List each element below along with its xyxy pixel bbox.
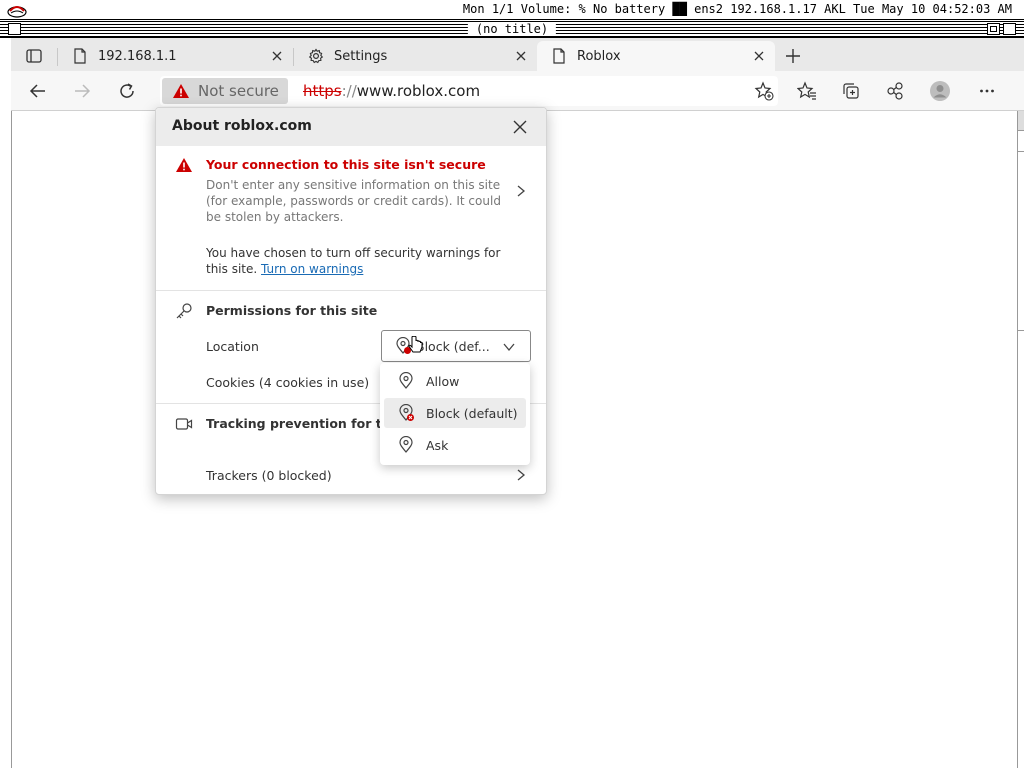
key-icon xyxy=(176,303,192,319)
tab-label: 192.168.1.1 xyxy=(98,48,177,64)
refresh-button[interactable] xyxy=(116,80,138,102)
favorites-button[interactable] xyxy=(796,80,818,102)
location-pin-icon xyxy=(397,435,415,454)
scrollbar-track xyxy=(1018,151,1024,331)
tab-192-168-1-1[interactable]: 192.168.1.1 xyxy=(58,41,293,71)
system-status-text: Mon 1/1 Volume: % No battery ██ ens2 192… xyxy=(462,2,1012,16)
option-allow[interactable]: Allow xyxy=(384,366,526,396)
new-tab-button[interactable] xyxy=(783,46,803,66)
close-icon[interactable] xyxy=(513,48,529,64)
option-label: Ask xyxy=(426,437,449,453)
more-options-button[interactable] xyxy=(976,80,998,102)
warning-icon xyxy=(176,158,192,172)
location-blocked-icon xyxy=(397,403,415,422)
chevron-down-icon xyxy=(503,343,515,352)
window-title: (no title) xyxy=(467,22,557,36)
close-icon[interactable] xyxy=(269,48,285,64)
page-icon xyxy=(551,48,567,64)
security-warnings-text: You have chosen to turn off security war… xyxy=(206,245,516,277)
url-scheme: https xyxy=(303,82,342,100)
url-separator: :// xyxy=(341,82,357,100)
arrow-right-icon xyxy=(75,84,91,98)
profile-button[interactable] xyxy=(929,80,951,102)
location-select-value: Block (def... xyxy=(416,338,490,354)
favorites-icon xyxy=(797,81,816,100)
window-title-bar: (no title) xyxy=(0,21,1024,38)
hand-cursor-icon xyxy=(408,336,423,353)
tracking-prevention-title: Tracking prevention for this site (Balan… xyxy=(206,416,386,431)
option-ask[interactable]: Ask xyxy=(384,430,526,460)
chevron-right-icon[interactable] xyxy=(514,468,528,482)
connection-warning-body: Don't enter any sensitive information on… xyxy=(206,178,501,224)
avatar-icon xyxy=(930,81,950,101)
option-label: Allow xyxy=(426,373,460,389)
popup-header: About roblox.com xyxy=(156,108,546,146)
tab-roblox[interactable]: Roblox xyxy=(537,41,775,71)
close-icon[interactable] xyxy=(512,119,528,135)
page-icon xyxy=(72,48,88,64)
tab-settings[interactable]: Settings xyxy=(294,41,537,71)
side-scrollbar[interactable] xyxy=(1017,111,1024,768)
location-options-dropdown: Allow Block (default) Ask xyxy=(380,363,530,465)
tab-label: Roblox xyxy=(577,48,621,64)
option-block[interactable]: Block (default) xyxy=(384,398,526,428)
popup-title: About roblox.com xyxy=(172,118,312,134)
turn-on-warnings-link[interactable]: Turn on warnings xyxy=(261,262,363,276)
window-close-button[interactable] xyxy=(8,23,21,35)
scrollbar-thumb[interactable] xyxy=(1018,111,1024,131)
extensions-button[interactable] xyxy=(884,80,906,102)
collections-icon xyxy=(843,83,859,99)
system-logo-icon[interactable] xyxy=(6,1,28,19)
divider xyxy=(156,290,546,291)
location-permission-select[interactable]: Block (def... xyxy=(381,330,531,362)
chevron-right-icon[interactable] xyxy=(514,184,528,198)
address-bar[interactable]: Not secure https://www.roblox.com xyxy=(160,76,778,106)
option-label: Block (default) xyxy=(426,405,518,421)
tab-actions-icon[interactable] xyxy=(25,47,43,65)
add-favorite-icon[interactable] xyxy=(754,81,774,101)
back-button[interactable] xyxy=(27,80,49,102)
collections-button[interactable] xyxy=(840,80,862,102)
permissions-title: Permissions for this site xyxy=(206,303,378,318)
cookies-item[interactable]: Cookies (4 cookies in use) xyxy=(206,375,369,390)
ellipsis-icon xyxy=(980,89,994,93)
gear-icon xyxy=(308,48,324,64)
url-text[interactable]: https://www.roblox.com xyxy=(303,82,480,100)
location-pin-icon xyxy=(397,371,415,390)
url-host: www.roblox.com xyxy=(356,82,481,100)
trackers-item[interactable]: Trackers (0 blocked) xyxy=(206,468,332,483)
location-label: Location xyxy=(206,339,259,354)
connection-warning-title: Your connection to this site isn't secur… xyxy=(206,157,486,172)
tab-label: Settings xyxy=(334,48,388,64)
forward-button[interactable] xyxy=(71,80,93,102)
window-collapse-button[interactable] xyxy=(1003,23,1016,35)
browser-toolbar: Not secure https://www.roblox.com xyxy=(11,71,1024,111)
refresh-icon xyxy=(120,83,134,98)
share-icon xyxy=(887,82,903,100)
system-bar: Mon 1/1 Volume: % No battery ██ ens2 192… xyxy=(0,0,1024,20)
plus-icon xyxy=(786,49,800,63)
arrow-left-icon xyxy=(29,84,45,98)
warning-icon xyxy=(173,84,189,98)
not-secure-label: Not secure xyxy=(198,82,279,100)
tracking-prevention-icon xyxy=(175,418,193,430)
window-maximize-button[interactable] xyxy=(987,23,1000,35)
tab-strip: 192.168.1.1 Settings Roblox xyxy=(11,38,1024,71)
not-secure-button[interactable]: Not secure xyxy=(162,78,288,104)
close-icon[interactable] xyxy=(751,48,767,64)
